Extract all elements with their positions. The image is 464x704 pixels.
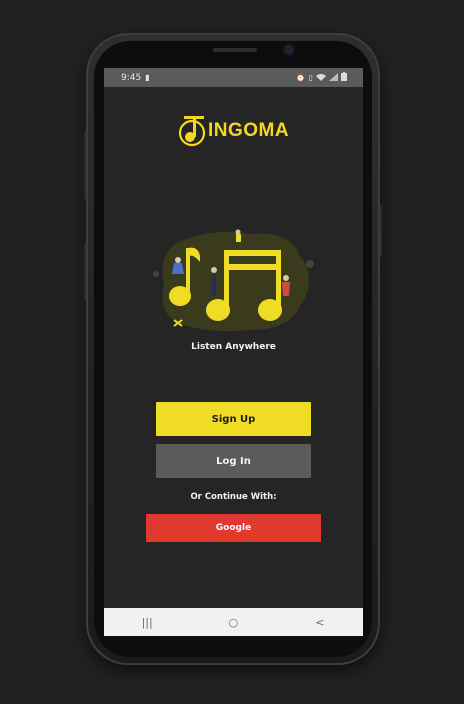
status-icons: ⏰ ▯ <box>296 72 347 83</box>
vibrate-icon: ▯ <box>308 73 313 82</box>
status-time: 9:45 <box>121 72 142 83</box>
tagline: Listen Anywhere <box>191 342 276 352</box>
signal-icon <box>329 72 338 83</box>
home-icon[interactable]: ○ <box>213 616 253 629</box>
earpiece-speaker <box>213 48 257 52</box>
system-nav-bar: ||| ○ < <box>104 608 363 636</box>
front-camera <box>284 45 294 55</box>
google-sign-in-button[interactable]: Google <box>146 514 321 542</box>
app-screen: 9:45 ▮ ⏰ ▯ INGOMA Listen Anywhere Sign U… <box>104 68 363 636</box>
music-notes-illustration <box>153 229 314 332</box>
or-continue-with-label: Or Continue With: <box>190 492 277 502</box>
sign-up-button[interactable]: Sign Up <box>156 402 311 436</box>
log-in-button[interactable]: Log In <box>156 444 311 478</box>
app-logo: INGOMA <box>178 112 290 152</box>
status-bar: 9:45 ▮ ⏰ ▯ <box>104 68 363 87</box>
logo-text: INGOMA <box>208 120 290 141</box>
battery-icon <box>341 72 347 83</box>
recents-icon[interactable]: ||| <box>127 616 167 629</box>
wifi-icon <box>316 73 326 83</box>
alarm-icon: ⏰ <box>295 73 306 82</box>
music-note-logo-icon <box>178 116 206 147</box>
back-icon[interactable]: < <box>300 616 340 629</box>
camera-icon: ▮ <box>145 73 150 82</box>
